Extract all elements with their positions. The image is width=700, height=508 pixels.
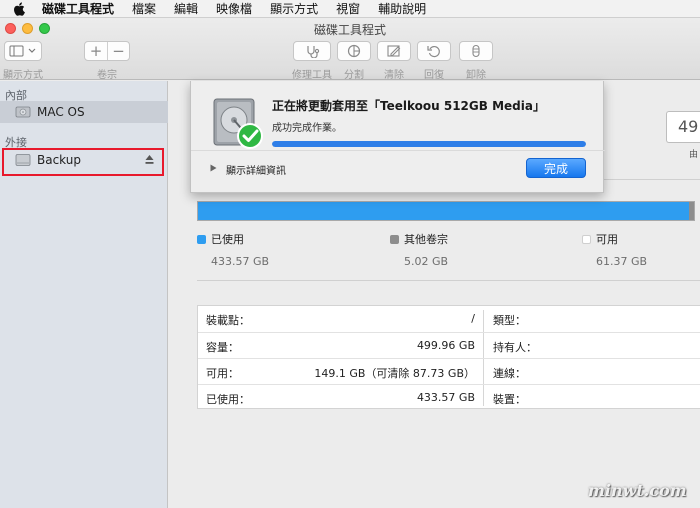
menu-view[interactable]: 顯示方式 [270,0,318,17]
erase-icon [387,45,401,57]
window-title: 磁碟工具程式 [313,23,386,37]
first-aid-control: 修理工具 [292,41,332,81]
progress-fill [272,141,586,147]
legend-available: 可用 61.37 GB [582,231,647,268]
show-details-toggle[interactable]: 顯示詳細資訊 [226,162,286,177]
remove-volume-button[interactable]: − [107,42,129,60]
info-key: 裝載點： [206,314,250,327]
annotation-highlight-box [2,148,164,176]
info-key: 持有人： [493,341,537,354]
partition-control: 分割 [337,41,371,81]
menu-image[interactable]: 映像檔 [216,0,252,17]
volume-info-table: 裝載點： / 類型： 容量： 499.96 GB 持有人： 可用： 149.1 … [197,305,700,409]
restore-button[interactable] [417,41,451,61]
disclosure-triangle-icon[interactable] [210,164,217,172]
window-toolbar: 磁碟工具程式 顯示方式 + − 卷宗 修理工具 分割 清除 回復 卸除 [0,18,700,81]
sheet-divider [191,150,605,151]
menu-file[interactable]: 檔案 [132,0,156,17]
erase-label: 清除 [384,70,404,81]
sidebar-item-mac-os[interactable]: MAC OS [0,101,168,123]
table-row: 可用： 149.1 GB（可清除 87.73 GB） 連線： [198,358,700,384]
first-aid-label: 修理工具 [292,70,332,81]
info-value: / [471,312,475,325]
first-aid-button[interactable] [293,41,331,61]
volume-control: + − 卷宗 [84,41,130,81]
info-value: 499.96 GB [416,339,475,352]
done-button[interactable]: 完成 [526,158,586,178]
other-swatch [390,234,399,244]
sidebar: 內部 MAC OS 外接 Backup [0,81,168,508]
restore-control: 回復 [417,41,451,81]
menu-window[interactable]: 視窗 [336,0,360,17]
partition-pie-icon [347,44,361,58]
used-swatch [197,234,206,244]
hard-drive-check-icon [213,98,263,149]
sidebar-item-label: MAC OS [37,105,85,119]
volume-label: 卷宗 [97,70,117,81]
info-key: 已使用： [206,393,250,406]
table-row: 已使用： 433.57 GB 裝置： [198,384,700,410]
legend-size: 433.57 GB [211,255,270,268]
legend-size: 61.37 GB [596,255,648,268]
view-menu-button[interactable] [4,41,42,61]
internal-disk-icon [15,106,31,118]
watermark-logo: minwt.com [588,481,687,500]
restore-icon [427,45,440,58]
menu-help[interactable]: 輔助說明 [378,0,426,17]
capacity-readout: 49 [666,111,700,143]
legend-used: 已使用 433.57 GB [197,231,269,268]
capacity-unit-label: 由 [689,150,699,160]
partition-label: 分割 [344,70,364,81]
unmount-control: 卸除 [459,41,493,81]
sidebar-view-icon [9,45,36,57]
progress-sheet: 正在將更動套用至「Teelkoou 512GB Media」 成功完成作業。 顯… [190,81,605,193]
add-volume-button[interactable]: + [85,42,107,60]
erase-button[interactable] [377,41,411,61]
stethoscope-icon [307,46,320,58]
table-row: 容量： 499.96 GB 持有人： [198,332,700,358]
info-key: 容量： [206,341,239,354]
volume-segmented-control: + − [84,41,130,61]
info-key: 可用： [206,367,239,380]
menu-bar: 磁碟工具程式 檔案 編輯 映像檔 顯示方式 視窗 輔助說明 [0,0,700,18]
erase-control: 清除 [377,41,411,81]
apple-menu-icon[interactable] [12,1,26,16]
menu-app-name[interactable]: 磁碟工具程式 [42,0,114,17]
unmount-label: 卸除 [466,70,486,81]
menu-edit[interactable]: 編輯 [174,0,198,17]
view-control: 顯示方式 [3,41,43,81]
legend-name: 已使用 [211,233,244,246]
disk-usage-bar [197,201,695,221]
sheet-title: 正在將更動套用至「Teelkoou 512GB Media」 [272,99,545,113]
view-label: 顯示方式 [3,70,43,81]
progress-bar [272,141,586,147]
legend-other-volumes: 其他卷宗 5.02 GB [390,231,448,268]
legend-name: 可用 [596,233,618,246]
legend-size: 5.02 GB [404,255,449,268]
table-row: 裝載點： / 類型： [198,306,700,332]
sheet-status: 成功完成作業。 [272,123,342,134]
section-divider [197,280,700,281]
other-volumes-segment [689,202,694,220]
info-value: 433.57 GB [416,391,475,404]
available-swatch [582,234,591,244]
unmount-icon [472,44,480,58]
unmount-button[interactable] [459,41,493,61]
info-key: 裝置： [493,393,526,406]
info-key: 連線： [493,367,526,380]
partition-button[interactable] [337,41,371,61]
restore-label: 回復 [424,70,444,81]
info-value: 149.1 GB（可清除 87.73 GB） [314,367,475,380]
info-key: 類型： [493,314,526,327]
legend-name: 其他卷宗 [404,233,448,246]
